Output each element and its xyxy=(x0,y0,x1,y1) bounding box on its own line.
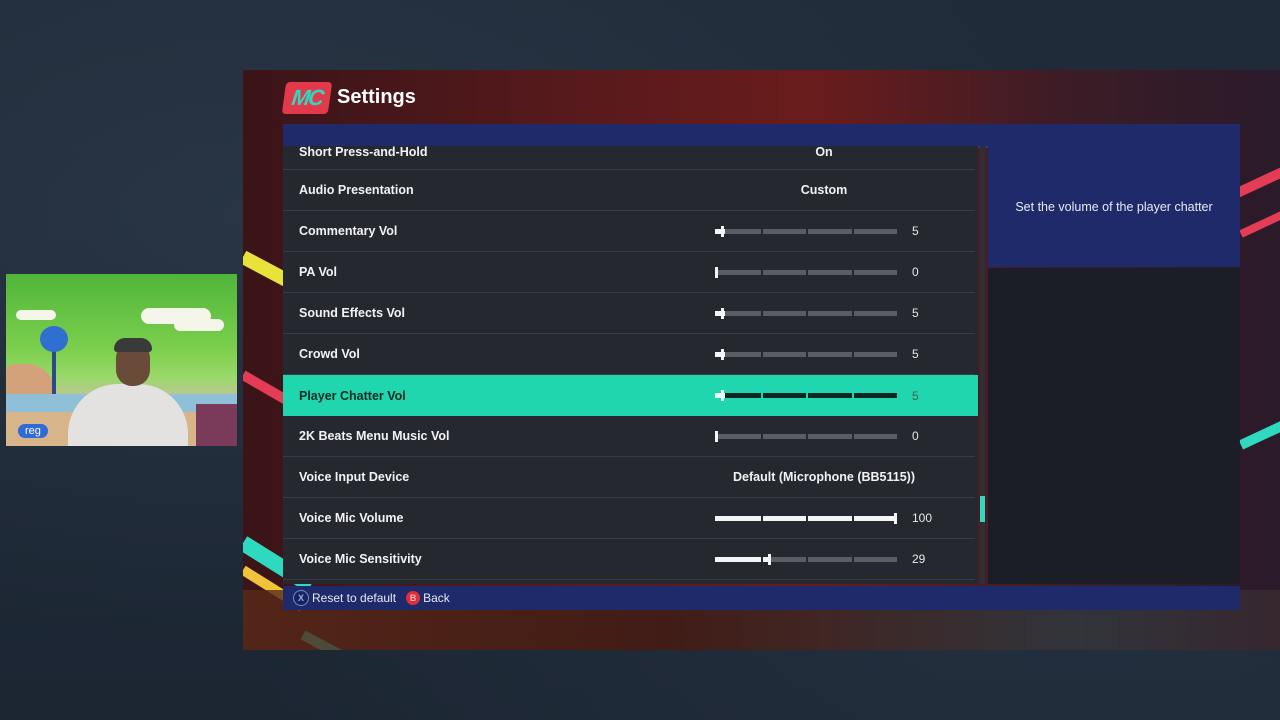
streamer-cap xyxy=(114,338,152,352)
settings-row[interactable]: Player Chatter Vol 5 xyxy=(283,375,978,416)
volume-slider[interactable] xyxy=(715,267,897,278)
slider-value: 5 xyxy=(912,388,919,403)
setting-label: Short Press-and-Hold xyxy=(299,146,428,159)
slider-tick xyxy=(851,393,854,398)
slider-tick xyxy=(760,270,763,275)
settings-row[interactable]: Short Press-and-Hold On xyxy=(283,146,975,170)
setting-label: Player Chatter Vol xyxy=(299,388,406,403)
slider-knob[interactable] xyxy=(721,349,724,360)
settings-row[interactable]: Crowd Vol 5 xyxy=(283,334,975,375)
slider-tick xyxy=(760,311,763,316)
slider-tick xyxy=(760,229,763,234)
setting-label: 2K Beats Menu Music Vol xyxy=(299,429,450,443)
setting-label: Crowd Vol xyxy=(299,347,360,361)
webcam-overlay: reg xyxy=(6,274,237,446)
slider-tick xyxy=(760,352,763,357)
setting-label: Sound Effects Vol xyxy=(299,306,406,320)
slider-knob[interactable] xyxy=(721,308,724,319)
slider-tick xyxy=(806,311,808,316)
setting-label: Audio Presentation xyxy=(299,183,414,197)
slider-value: 0 xyxy=(912,265,919,279)
slider-tick xyxy=(851,311,854,316)
slider-tick xyxy=(851,270,854,275)
slider-tick xyxy=(806,352,808,357)
slider-value: 100 xyxy=(912,511,933,525)
slider-value: 29 xyxy=(912,552,926,566)
volume-slider[interactable] xyxy=(715,349,897,360)
slider-knob[interactable] xyxy=(767,554,771,565)
slider-tick xyxy=(760,557,763,562)
volume-slider[interactable] xyxy=(715,390,897,401)
slider-value: 5 xyxy=(912,347,919,361)
settings-row[interactable]: PA Vol 0 xyxy=(283,252,975,293)
panel-header-bar xyxy=(283,124,1240,148)
settings-row[interactable]: Voice Input Device Default (Microphone (B… xyxy=(283,457,975,498)
tree-graphic xyxy=(40,326,68,352)
settings-row[interactable]: Voice Mic Volume 100 xyxy=(283,498,975,539)
cloud-graphic xyxy=(16,310,56,320)
slider-tick xyxy=(851,434,854,439)
slider-tick xyxy=(851,557,854,562)
settings-row[interactable]: Voice Mic Sensitivity 29 xyxy=(283,539,975,580)
volume-slider[interactable] xyxy=(715,431,897,442)
slider-value: 0 xyxy=(912,429,919,443)
slider-tick xyxy=(851,229,854,234)
slider-knob[interactable] xyxy=(715,267,718,278)
description-panel-empty xyxy=(988,268,1240,584)
cloud-graphic xyxy=(174,319,224,331)
slider-knob[interactable] xyxy=(715,431,718,442)
volume-slider[interactable] xyxy=(715,226,897,237)
slider-value: 5 xyxy=(912,224,919,238)
settings-row[interactable]: Sound Effects Vol 5 xyxy=(283,293,975,334)
slider-tick xyxy=(851,352,854,357)
slider-tick xyxy=(806,229,808,234)
cross-button-icon[interactable]: X xyxy=(293,590,309,606)
setting-label: Voice Mic Volume xyxy=(299,511,404,525)
footer-bar: X Reset to default B Back xyxy=(283,586,1240,610)
setting-label: Commentary Vol xyxy=(299,224,398,238)
setting-label: Voice Mic Sensitivity xyxy=(299,552,422,566)
volume-slider[interactable] xyxy=(715,513,897,524)
scrollbar-thumb[interactable] xyxy=(980,496,985,522)
slider-tick xyxy=(760,516,763,521)
settings-row[interactable]: Commentary Vol 5 xyxy=(283,211,975,252)
slider-tick xyxy=(806,434,808,439)
slider-tick xyxy=(851,516,854,521)
decor-stripe xyxy=(1239,209,1280,238)
setting-label: Voice Input Device xyxy=(299,470,410,484)
background-art xyxy=(196,404,237,446)
slider-knob[interactable] xyxy=(721,390,724,401)
slider-knob[interactable] xyxy=(721,226,724,237)
reset-to-default-button[interactable]: Reset to default xyxy=(312,591,396,605)
volume-slider[interactable] xyxy=(715,308,897,319)
streamer-tag: reg xyxy=(18,424,48,438)
tree-graphic xyxy=(52,350,56,400)
mc-logo: MC xyxy=(281,82,333,114)
slider-tick xyxy=(806,516,808,521)
settings-row[interactable]: Audio Presentation Custom xyxy=(283,170,975,211)
slider-knob[interactable] xyxy=(894,513,897,524)
settings-row[interactable]: 2K Beats Menu Music Vol 0 xyxy=(283,416,975,457)
slider-tick xyxy=(806,270,808,275)
slider-tick xyxy=(806,393,808,398)
decor-stripe xyxy=(1238,419,1280,450)
slider-tick xyxy=(760,393,763,398)
setting-value: Default (Microphone (BB5115)) xyxy=(733,470,915,484)
settings-list: Short Press-and-Hold On Audio Presentation… xyxy=(283,146,978,584)
slider-tick xyxy=(760,434,763,439)
volume-slider[interactable] xyxy=(715,554,897,565)
setting-value: Custom xyxy=(800,183,848,197)
page-title: Settings xyxy=(337,86,416,108)
setting-description: Set the volume of the player chatter xyxy=(988,146,1240,267)
back-button[interactable]: Back xyxy=(423,591,450,605)
slider-tick xyxy=(806,557,808,562)
scrollbar[interactable] xyxy=(980,146,985,584)
slider-value: 5 xyxy=(912,306,919,320)
setting-value: On xyxy=(815,146,833,159)
circle-button-icon[interactable]: B xyxy=(406,591,421,605)
setting-label: PA Vol xyxy=(299,265,337,279)
